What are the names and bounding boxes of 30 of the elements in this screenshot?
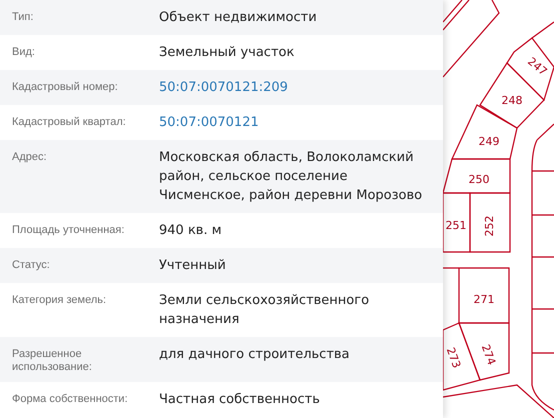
cadastral-map[interactable]: 247 248 249 250 251 252 271 273 274 xyxy=(443,0,554,418)
property-label: Кадастровый номер: xyxy=(12,80,119,95)
property-value: Земли сельскохозяйственного назначения xyxy=(159,292,370,329)
parcel-number: 250 xyxy=(468,173,490,186)
property-value: Частная собственность xyxy=(159,391,321,409)
property-label: Статус: xyxy=(12,258,51,273)
property-label: Разрешенное использование: xyxy=(12,347,93,374)
property-value: Объект недвижимости xyxy=(159,9,318,27)
parcel-number: 273 xyxy=(444,346,464,370)
parcel-number: 249 xyxy=(478,135,500,148)
property-value: для дачного строительства xyxy=(159,346,351,364)
property-value: Учтенный xyxy=(159,257,227,275)
property-value: Московская область, Волоколамский район, сельское поселение Чисменское, район деревни Морозово xyxy=(159,149,424,205)
property-label: Вид: xyxy=(12,45,36,60)
property-value: 940 кв. м xyxy=(159,222,223,240)
parcel-number: 252 xyxy=(483,216,496,236)
property-label: Категория земель: xyxy=(12,293,108,308)
parcel-number: 274 xyxy=(478,342,498,367)
property-link[interactable]: 50:07:0070121:209 xyxy=(159,78,431,97)
property-label: Площадь уточненная: xyxy=(12,223,126,238)
property-label: Кадастровый квартал: xyxy=(12,115,127,130)
parcel-number: 248 xyxy=(502,94,522,108)
property-value: Земельный участок xyxy=(159,44,296,62)
parcel-number: 251 xyxy=(446,219,466,232)
parcel-number: 271 xyxy=(474,293,494,306)
property-label: Тип: xyxy=(12,10,34,25)
property-label: Форма собственности: xyxy=(12,392,129,407)
parcel-number: 247 xyxy=(525,54,550,78)
property-label: Адрес: xyxy=(12,150,48,165)
property-link[interactable]: 50:07:0070121 xyxy=(159,113,431,132)
